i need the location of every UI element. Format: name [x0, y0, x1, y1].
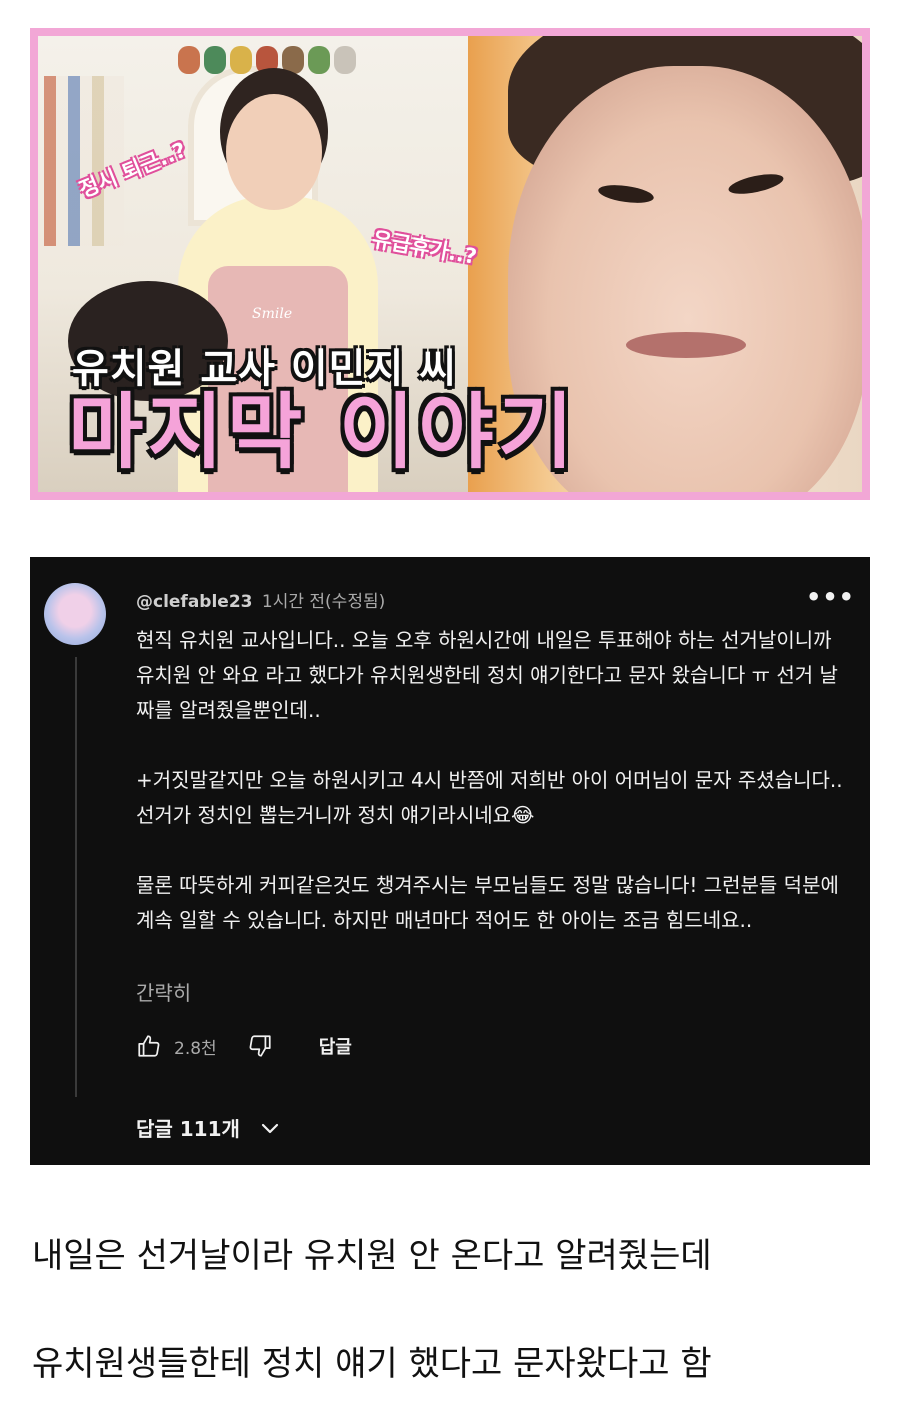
- show-less-link[interactable]: 간략히: [136, 977, 191, 1006]
- reply-button[interactable]: 답글: [319, 1033, 352, 1059]
- thumbnail-title-line2: 마지막 이야기: [68, 385, 578, 480]
- replies-label: 답글 111개: [136, 1117, 240, 1141]
- more-vertical-icon[interactable]: •••: [806, 583, 855, 611]
- comment-actions: 2.8천 답글: [136, 1033, 352, 1059]
- comment-time[interactable]: 1시간 전(수정됨): [262, 592, 385, 612]
- comment-paragraph: 물론 따뜻하게 커피같은것도 챙겨주시는 부모님들도 정말 많습니다! 그런분들…: [136, 873, 846, 932]
- replies-toggle[interactable]: 답글 111개: [136, 1113, 282, 1142]
- video-thumbnail[interactable]: Smile 정시 퇴근..? 유급휴가..? 유치원 교사 이민지 씨 마지막 …: [30, 28, 870, 500]
- comment-paragraph: +거짓말같지만 오늘 하원시키고 4시 반쯤에 저희반 아이 어머님이 문자 주…: [136, 768, 849, 827]
- avatar[interactable]: [44, 583, 106, 645]
- toy-row: [178, 46, 356, 74]
- comment-card: @clefable23 1시간 전(수정됨) ••• 현직 유치원 교사입니다.…: [30, 557, 870, 1165]
- comment-body: 현직 유치원 교사입니다.. 오늘 오후 하원시간에 내일은 투표해야 하는 선…: [136, 623, 856, 938]
- mouth: [626, 332, 746, 358]
- thumbs-up-icon[interactable]: [136, 1033, 162, 1059]
- caption-line-1: 내일은 선거날이라 유치원 안 온다고 알려줬는데: [32, 1236, 712, 1276]
- comment-meta: @clefable23 1시간 전(수정됨): [136, 587, 385, 612]
- thumbs-down-icon[interactable]: [247, 1033, 273, 1059]
- comment-paragraph: 현직 유치원 교사입니다.. 오늘 오후 하원시간에 내일은 투표해야 하는 선…: [136, 628, 838, 722]
- comment-author[interactable]: @clefable23: [136, 592, 253, 612]
- like-count: 2.8천: [174, 1038, 217, 1059]
- apron-logo: Smile: [252, 306, 293, 322]
- teacher-head: [226, 94, 322, 210]
- chevron-down-icon: [261, 1123, 279, 1133]
- caption-line-2: 유치원생들한테 정치 얘기 했다고 문자왔다고 함: [32, 1344, 712, 1384]
- thumbnail-image: Smile 정시 퇴근..? 유급휴가..? 유치원 교사 이민지 씨 마지막 …: [38, 36, 862, 492]
- thread-line: [75, 657, 77, 1097]
